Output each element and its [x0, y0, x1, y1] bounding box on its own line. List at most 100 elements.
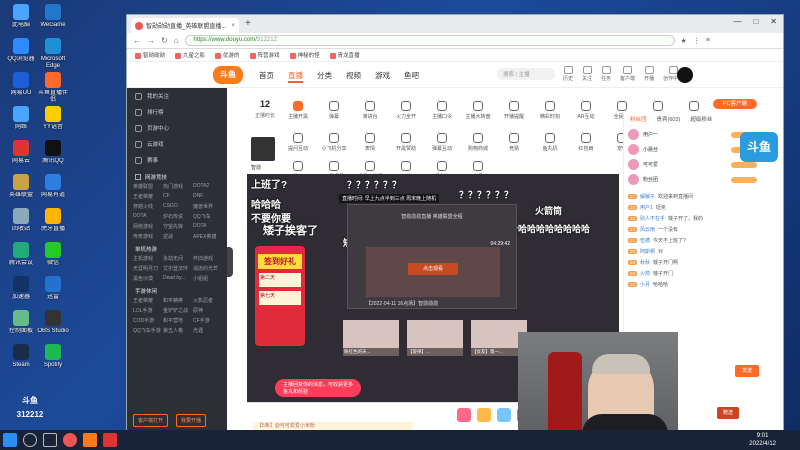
new-tab-icon[interactable]: +	[245, 18, 251, 33]
maximize-icon[interactable]: □	[753, 17, 758, 26]
minimize-icon[interactable]: —	[733, 17, 741, 26]
sidebar-category[interactable]: CSGO	[163, 203, 191, 210]
sidebar-category[interactable]: COD手游	[133, 317, 161, 324]
nav-首页[interactable]: 首页	[259, 70, 274, 83]
desktop-icon[interactable]: 迅雷	[36, 276, 70, 308]
bookmark-item[interactable]: 九星之影	[175, 51, 205, 59]
header-icon-客户端[interactable]: 客户端	[620, 66, 635, 82]
room-tool[interactable]: 主播口令	[425, 101, 459, 120]
tab-douyu[interactable]: 智勋勋勋直播_英雄联盟直播... ×	[131, 18, 239, 33]
extensions-icon[interactable]: ⋮	[693, 37, 700, 45]
promo-card[interactable]: 第七天	[259, 291, 301, 305]
desktop-icon[interactable]: Microsoft Edge	[36, 38, 70, 70]
sidebar-category[interactable]: LOL手游	[133, 307, 161, 314]
chat-username[interactable]: 秋秋	[640, 259, 650, 266]
nav-视频[interactable]: 视频	[346, 70, 361, 83]
sidebar-category[interactable]: DOTA2	[193, 183, 221, 190]
sidebar-category[interactable]: 王者荣耀	[133, 193, 161, 200]
chat-username[interactable]: 阿斯顿	[640, 248, 655, 255]
douyu-logo[interactable]: 斗鱼	[213, 66, 243, 84]
bookmark-item[interactable]: 神秘的怪	[289, 51, 320, 59]
netease-app-icon[interactable]	[103, 433, 117, 447]
sidebar-category[interactable]: 小姐姐	[193, 275, 221, 282]
sidebar-category[interactable]: 黑色沙漠	[133, 275, 161, 282]
desktop-icon[interactable]: 回收站	[4, 208, 38, 240]
sidebar-item[interactable]: 页游中心	[127, 120, 227, 136]
desktop-icon[interactable]: 网易云	[4, 140, 38, 172]
gift-icon[interactable]	[497, 408, 511, 422]
client-open-button[interactable]: 客户端打开	[133, 414, 169, 427]
sidebar-category[interactable]: 永劫无间	[163, 255, 191, 262]
chat-tab[interactable]: 粉丝团	[630, 115, 647, 123]
room-tool[interactable]: 开黑赞助	[389, 133, 423, 152]
desktop-icon[interactable]: 网易UU	[4, 72, 38, 104]
desktop-icon[interactable]: 虎牙直播	[36, 208, 70, 240]
sidebar-category[interactable]: QQ飞车	[193, 213, 221, 220]
room-tool[interactable]: AR互动	[569, 101, 603, 120]
desktop-icon[interactable]: 此电脑	[4, 4, 38, 36]
chat-username[interactable]: 伍德	[640, 237, 650, 244]
send-button[interactable]: 发送	[735, 365, 759, 377]
desktop-icon[interactable]: 腾讯会议	[4, 242, 38, 274]
sidebar-category[interactable]: 王者荣耀	[133, 297, 161, 304]
sidebar-category[interactable]: 消逝的光芒	[193, 265, 221, 272]
chat-username[interactable]: 解解子	[640, 193, 655, 200]
taskview-icon[interactable]	[43, 433, 57, 447]
recommend-thumbnail[interactable]: 粉红色的天...	[343, 320, 399, 356]
header-icon-历史[interactable]: 历史	[563, 66, 573, 82]
desktop-icon[interactable]: Steam	[4, 344, 38, 376]
reload-icon[interactable]: ↻	[161, 36, 168, 45]
bookmark-item[interactable]: 优游的	[215, 51, 240, 59]
sidebar-category[interactable]: 魔兽世界	[193, 203, 221, 210]
sidebar-category[interactable]: QQ飞车手游	[133, 327, 161, 334]
desktop-icon[interactable]: 斗鱼直播伴侣	[36, 72, 70, 104]
nav-分类[interactable]: 分类	[317, 70, 332, 83]
header-icon-开播[interactable]: 开播	[644, 66, 654, 82]
room-tool[interactable]: 小飞机分享	[317, 133, 351, 152]
nav-游戏[interactable]: 游戏	[375, 70, 390, 83]
sidebar-category[interactable]: 第五人格	[163, 327, 191, 334]
room-tool[interactable]: 火力全开	[389, 101, 423, 120]
sidebar-collapse-handle[interactable]	[227, 247, 233, 277]
chat-username[interactable]: 用户1	[640, 204, 653, 211]
sidebar-category[interactable]: 逆战	[163, 233, 191, 240]
desktop-icon[interactable]: OBS Studio	[36, 310, 70, 342]
desktop-icon[interactable]: Spotify	[36, 344, 70, 376]
room-tool[interactable]: 精彩时刻	[533, 101, 567, 120]
nav-鱼吧[interactable]: 鱼吧	[404, 70, 419, 83]
desktop-icon[interactable]: 加速器	[4, 276, 38, 308]
sidebar-category[interactable]: 炉石传说	[163, 213, 191, 220]
home-icon[interactable]: ⌂	[174, 36, 179, 45]
bookmark-item[interactable]: 青龙直播	[329, 51, 360, 59]
bookmark-item[interactable]: 阵营游戏	[249, 51, 280, 59]
header-icon-关注[interactable]: 关注	[582, 66, 592, 82]
sidebar-category[interactable]: 英雄联盟	[133, 183, 161, 190]
douyu-app-icon[interactable]	[83, 433, 97, 447]
desktop-icon[interactable]: 控制面板	[4, 310, 38, 342]
reply-hint-pill[interactable]: 主播回复你的消息，可收获更多鱼丸和经验	[275, 379, 361, 397]
sidebar-item[interactable]: 云游戏	[127, 136, 227, 152]
sidebar-category[interactable]: CF手游	[193, 317, 221, 324]
sidebar-category[interactable]: DOTA	[193, 223, 221, 230]
desktop-icon[interactable]: 网络	[4, 106, 38, 138]
gift-icon[interactable]	[457, 408, 471, 422]
chat-tab[interactable]: 贵宾(603)	[657, 115, 681, 123]
chat-username[interactable]: 火箭	[640, 270, 650, 277]
watch-replay-button[interactable]: 点击观看	[408, 263, 458, 275]
sidebar-category[interactable]: 传奇游戏	[133, 233, 161, 240]
floating-logo[interactable]: 斗鱼	[740, 132, 778, 162]
anchor-card[interactable]: 智勋	[247, 137, 295, 175]
sidebar-item[interactable]: 赛事	[127, 152, 227, 168]
site-search-input[interactable]: 搜索 / 主播	[497, 68, 555, 80]
user-avatar[interactable]	[677, 67, 693, 83]
room-tool[interactable]: 演讲台	[353, 101, 387, 120]
sidebar-category[interactable]: 火影忍者	[193, 297, 221, 304]
checkin-promo[interactable]: 签到好礼 第二天 第七天	[255, 246, 305, 346]
sidebar-category[interactable]: 和平精英	[163, 297, 191, 304]
star-icon[interactable]: ★	[681, 37, 687, 45]
sidebar-category[interactable]: CF	[163, 193, 191, 200]
forward-icon[interactable]: →	[147, 36, 155, 45]
room-tool[interactable]: 鱼丸机	[533, 133, 567, 152]
desktop-icon[interactable]: WeGame	[36, 4, 70, 36]
chrome-icon[interactable]	[63, 433, 77, 447]
